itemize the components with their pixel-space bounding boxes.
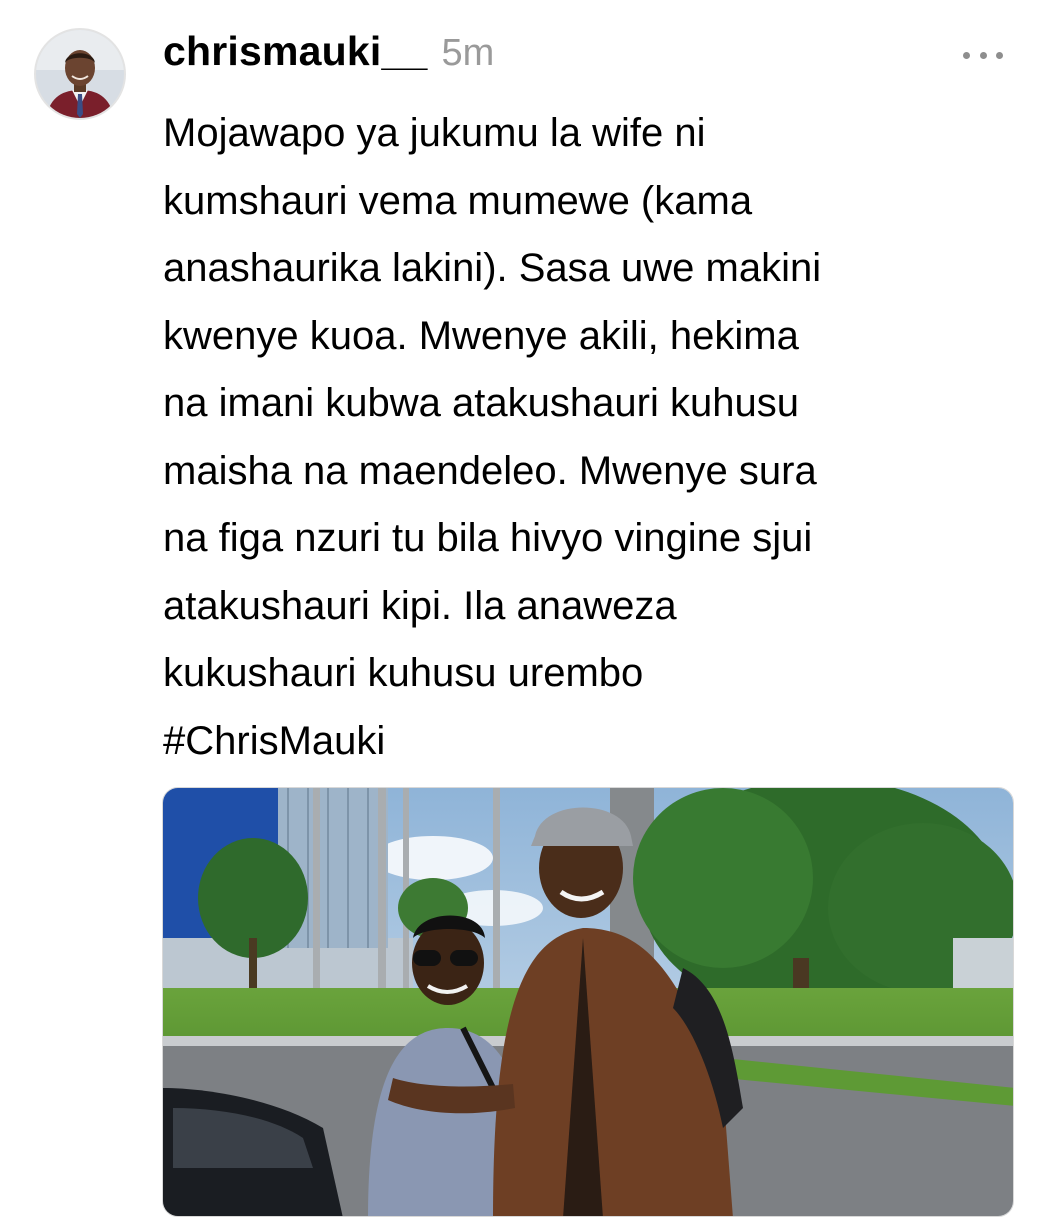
avatar-photo-icon [36,30,124,118]
more-dot [963,51,970,59]
author-username[interactable]: chrismauki__ [163,28,428,75]
post-photo[interactable] [162,787,1014,1217]
hashtag-link[interactable]: #ChrisMauki [163,719,385,763]
more-options-icon[interactable] [963,47,1003,63]
post: chrismauki__ 5m Mojawapo ya jukumu la wi… [0,0,1047,1217]
post-timestamp: 5m [441,32,495,74]
post-body: Mojawapo ya jukumu la wife ni kumshauri … [163,100,1013,775]
more-dot [979,51,987,59]
photo-couple-outdoors-icon [163,788,1013,1216]
post-header: chrismauki__ 5m [163,28,494,88]
author-avatar[interactable] [34,28,126,120]
more-dot [996,51,1003,59]
post-body-text: Mojawapo ya jukumu la wife ni kumshauri … [163,111,822,695]
